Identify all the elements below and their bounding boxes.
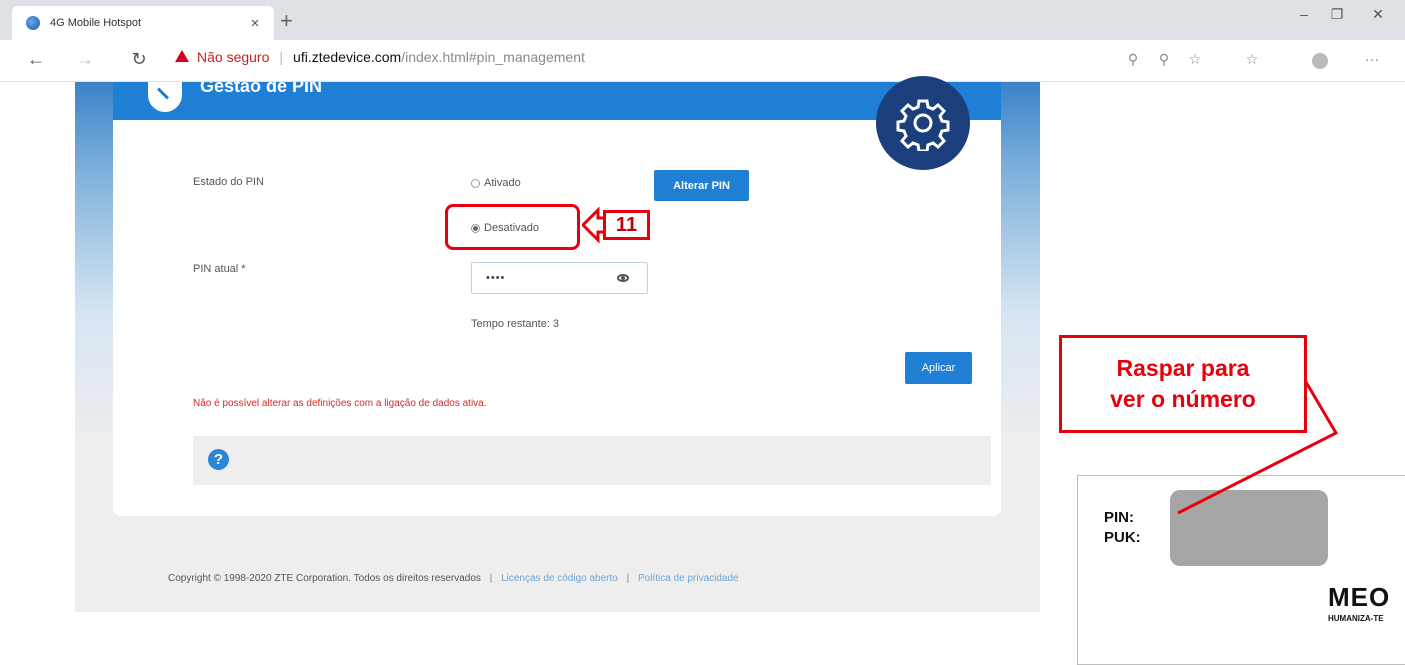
- footer-separator: |: [489, 573, 493, 584]
- refresh-icon[interactable]: ↻: [127, 49, 151, 70]
- highlight-box: [445, 204, 580, 250]
- radio-enabled-label: Ativado: [484, 177, 521, 189]
- eye-icon[interactable]: [617, 274, 629, 282]
- open-source-link[interactable]: Licenças de código aberto: [501, 573, 618, 584]
- gear-icon: [876, 76, 970, 170]
- meo-tagline: HUMANIZA-TE: [1328, 614, 1384, 623]
- copyright-text: Copyright © 1998-2020 ZTE Corporation. T…: [168, 573, 481, 584]
- url-host: ufi.ztedevice.com: [293, 49, 402, 65]
- radio-enabled[interactable]: Ativado: [471, 177, 521, 189]
- zoom-in-icon[interactable]: ⚲: [1153, 51, 1175, 68]
- current-pin-value: ••••: [486, 272, 506, 284]
- close-icon[interactable]: ×: [246, 15, 264, 32]
- address-separator: |: [279, 49, 284, 65]
- zoom-out-icon[interactable]: ⚲: [1122, 51, 1144, 68]
- help-panel: ?: [193, 436, 991, 485]
- profile-icon[interactable]: [1312, 53, 1328, 69]
- browser-tab[interactable]: 4G Mobile Hotspot ×: [12, 6, 274, 40]
- footer-separator: |: [626, 573, 630, 584]
- sim-puk-label: PUK:: [1104, 529, 1141, 546]
- more-icon[interactable]: ···: [1361, 51, 1383, 67]
- apply-button[interactable]: Aplicar: [905, 352, 972, 384]
- callout-line-2: ver o número: [1110, 386, 1256, 412]
- browser-toolbar: ← → ↻ Não seguro | ufi.ztedevice.com /in…: [0, 40, 1405, 82]
- privacy-link[interactable]: Política de privacidade: [638, 573, 739, 584]
- error-message: Não é possível alterar as definições com…: [193, 398, 487, 409]
- sim-pin-label: PIN:: [1104, 509, 1134, 526]
- favicon-icon: [26, 16, 40, 30]
- address-bar[interactable]: Não seguro | ufi.ztedevice.com /index.ht…: [175, 49, 585, 65]
- window-close-icon[interactable]: ✕: [1363, 6, 1393, 23]
- footer: Copyright © 1998-2020 ZTE Corporation. T…: [168, 573, 739, 584]
- not-secure-label: Não seguro: [197, 49, 270, 65]
- meo-logo: MEO: [1328, 582, 1391, 612]
- warning-icon: [175, 50, 189, 62]
- radio-enabled-circle[interactable]: [471, 178, 480, 188]
- current-pin-field[interactable]: ••••: [471, 262, 648, 294]
- current-pin-label: PIN atual *: [193, 263, 246, 275]
- favorite-icon[interactable]: ☆: [1184, 51, 1206, 68]
- scratch-area: [1170, 490, 1328, 566]
- back-icon[interactable]: ←: [24, 49, 48, 70]
- tab-title: 4G Mobile Hotspot: [50, 17, 142, 29]
- pin-state-label: Estado do PIN: [193, 176, 264, 188]
- remaining-attempts: Tempo restante: 3: [471, 318, 560, 330]
- new-tab-icon[interactable]: +: [280, 8, 293, 34]
- step-number-badge: 11: [603, 210, 650, 240]
- help-icon[interactable]: ?: [208, 449, 229, 470]
- forward-icon[interactable]: →: [73, 49, 97, 70]
- page-title: Gestão de PIN: [200, 82, 323, 96]
- restore-icon[interactable]: ❐: [1322, 6, 1352, 23]
- scratch-callout: Raspar para ver o número: [1059, 335, 1307, 433]
- minimize-icon[interactable]: –: [1289, 6, 1319, 22]
- url-path: /index.html#pin_management: [401, 49, 585, 65]
- browser-titlebar: 4G Mobile Hotspot × + – ❐ ✕: [0, 0, 1405, 40]
- change-pin-button[interactable]: Alterar PIN: [654, 170, 749, 201]
- favorites-icon[interactable]: ☆: [1241, 51, 1263, 68]
- callout-line-1: Raspar para: [1116, 355, 1250, 381]
